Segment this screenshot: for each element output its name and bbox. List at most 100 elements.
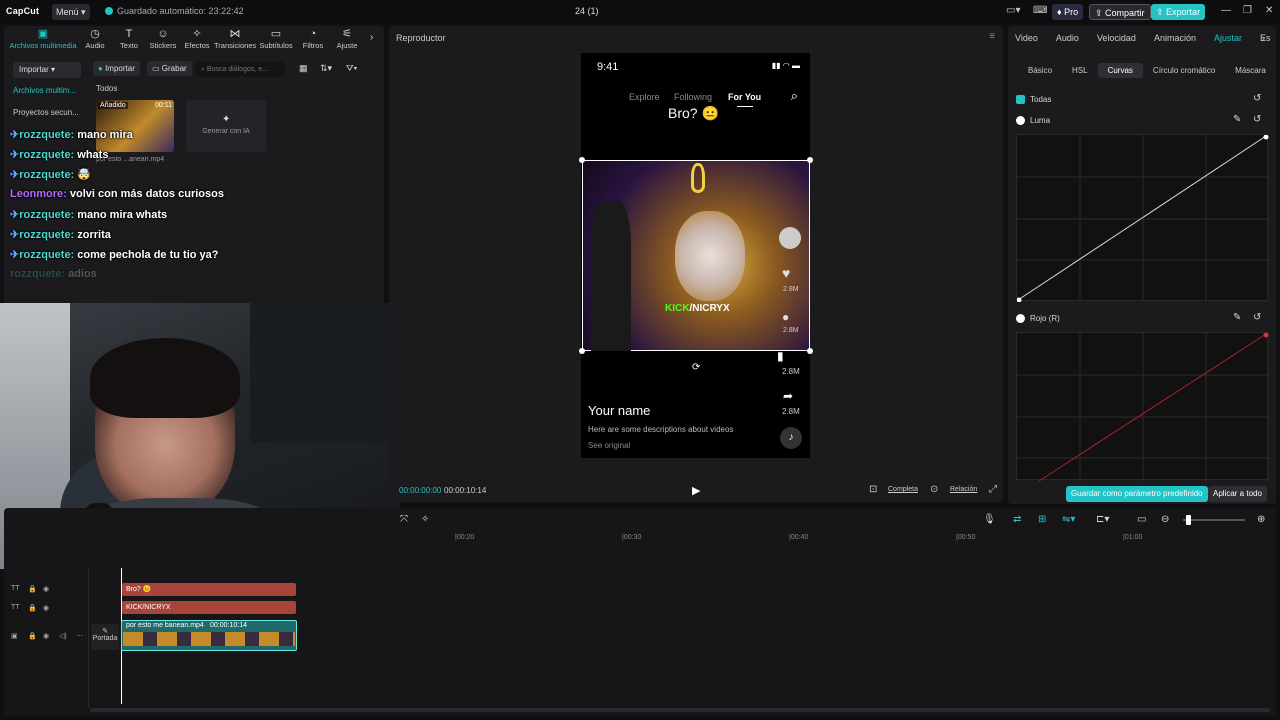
import-button[interactable]: ● Importar bbox=[93, 61, 140, 76]
zoom-slider[interactable] bbox=[1183, 519, 1245, 521]
timeline-scrollbar[interactable] bbox=[90, 708, 1270, 712]
filter-funnel-icon[interactable]: ⛛▾ bbox=[346, 63, 357, 74]
tab-video[interactable]: Video bbox=[1015, 33, 1038, 43]
record-button[interactable]: ▭ Grabar bbox=[147, 61, 192, 76]
media-thumbnail[interactable]: Añadido 00:11 bbox=[96, 100, 174, 152]
tool-label: Texto bbox=[120, 41, 138, 50]
ratio-button[interactable]: Relación bbox=[950, 486, 977, 493]
crop-icon[interactable]: ⊡ bbox=[869, 484, 877, 495]
tool-media[interactable]: ▣ Archivos multimedia bbox=[8, 28, 78, 50]
tab-speed[interactable]: Velocidad bbox=[1097, 33, 1136, 43]
chat-text: mano mira whats bbox=[77, 209, 168, 221]
tool-subtitles[interactable]: ▭ Subtítulos bbox=[256, 28, 296, 50]
resize-handle[interactable] bbox=[807, 348, 813, 354]
minimize-icon[interactable]: — bbox=[1221, 5, 1231, 16]
subtab-mask[interactable]: Máscara bbox=[1225, 63, 1276, 78]
generate-ai-button[interactable]: ✦ Generar con IA bbox=[186, 100, 266, 152]
grid-view-icon[interactable]: ▦ bbox=[299, 63, 308, 74]
full-button[interactable]: Completa bbox=[888, 486, 918, 493]
tab-adjust[interactable]: Ajustar bbox=[1214, 33, 1242, 43]
hamburger-icon[interactable]: ≡ bbox=[989, 31, 995, 42]
bookmark-icon: ▮ bbox=[777, 349, 784, 363]
share-button[interactable]: ⇪ Compartir bbox=[1089, 4, 1151, 20]
zoom-slider-handle[interactable] bbox=[1186, 515, 1191, 525]
menu-button[interactable]: Menú ▾ bbox=[52, 4, 90, 20]
subtab-basic[interactable]: Básico bbox=[1018, 63, 1062, 78]
tool-adjust[interactable]: ⚟ Ajuste bbox=[330, 28, 364, 50]
tool-filters[interactable]: ◔ Filtros bbox=[296, 28, 330, 50]
filter-all[interactable]: Todos bbox=[96, 84, 117, 93]
tool-effects[interactable]: ✧ Efectos bbox=[180, 28, 214, 50]
resize-handle[interactable] bbox=[579, 157, 585, 163]
tab-audio[interactable]: Audio bbox=[1056, 33, 1079, 43]
eye-icon[interactable]: ◉ bbox=[43, 585, 49, 593]
lock-icon[interactable]: 🔒 bbox=[28, 604, 37, 612]
nav-explore: Explore bbox=[629, 92, 660, 102]
red-curve-graph bbox=[1017, 333, 1269, 481]
zoom-in-icon[interactable]: ⊕ bbox=[1257, 514, 1265, 525]
text-clip[interactable]: Bro? 😐 bbox=[122, 583, 296, 596]
reset-icon[interactable]: ↺ bbox=[1253, 114, 1261, 125]
sidebar-item-projects[interactable]: Proyectos secun... bbox=[13, 108, 79, 117]
eye-icon[interactable]: ◉ bbox=[43, 632, 49, 640]
subtab-curves[interactable]: Curvas bbox=[1097, 63, 1143, 78]
magnet-icon[interactable]: ⊞ bbox=[1038, 514, 1046, 525]
export-button[interactable]: ⇪ Exportar bbox=[1151, 4, 1206, 20]
sort-icon[interactable]: ⇅▾ bbox=[320, 63, 332, 74]
radio-red[interactable] bbox=[1016, 314, 1025, 323]
maximize-icon[interactable]: ❐ bbox=[1243, 5, 1252, 16]
lock-icon[interactable]: 🔒 bbox=[28, 632, 37, 640]
rotate-icon[interactable]: ⟳ bbox=[692, 362, 700, 373]
zoom-out-icon[interactable]: ⊖ bbox=[1161, 514, 1169, 525]
tool-transitions[interactable]: ⋈ Transiciones bbox=[214, 28, 256, 50]
subtab-hsl[interactable]: HSL bbox=[1062, 63, 1098, 78]
ai-icon[interactable]: ✧ bbox=[421, 514, 429, 525]
apply-all-button[interactable]: Aplicar a todo bbox=[1208, 486, 1267, 502]
layout-icon[interactable]: ▭▾ bbox=[1006, 5, 1020, 16]
tool-text[interactable]: T Texto bbox=[112, 28, 146, 50]
tool-audio[interactable]: ◷ Audio bbox=[78, 28, 112, 50]
fullscreen-icon[interactable]: ⤢ bbox=[989, 484, 997, 495]
cover-button[interactable]: ✎ Portada bbox=[91, 624, 119, 650]
pencil-icon: ✎ bbox=[102, 628, 108, 635]
eye-icon[interactable]: ◉ bbox=[43, 604, 49, 612]
chevron-right-icon[interactable]: › bbox=[1262, 33, 1265, 43]
pro-button[interactable]: ♦ Pro bbox=[1052, 4, 1084, 20]
zoom-fit-icon[interactable]: ⊙ bbox=[930, 484, 938, 495]
video-frame[interactable]: KICK/NICRYX ♥ 2.8M ● 2.8M bbox=[582, 160, 810, 351]
play-icon[interactable]: ▶ bbox=[692, 484, 700, 497]
snap-icon[interactable]: ⇋▾ bbox=[1062, 514, 1075, 525]
resize-handle[interactable] bbox=[807, 157, 813, 163]
mic-icon[interactable]: 🎙 bbox=[983, 514, 996, 525]
reset-icon[interactable]: ↺ bbox=[1253, 93, 1261, 104]
save-preset-button[interactable]: Guardar como parámetro predefinido bbox=[1066, 486, 1208, 502]
close-icon[interactable]: ✕ bbox=[1265, 5, 1273, 16]
preview-axis-icon[interactable]: ⊏▾ bbox=[1096, 514, 1109, 525]
speaker-icon[interactable]: ◁) bbox=[59, 632, 67, 640]
luma-curve[interactable] bbox=[1016, 134, 1269, 302]
more-icon[interactable]: ⋯ bbox=[76, 632, 83, 640]
tool-stickers[interactable]: ☺ Stickers bbox=[146, 28, 180, 50]
shortcut-icon[interactable]: ⌨ bbox=[1033, 5, 1047, 16]
subtab-color-wheel[interactable]: Círculo cromático bbox=[1143, 63, 1225, 78]
project-title[interactable]: 24 (1) bbox=[575, 6, 599, 16]
sidebar-item-media[interactable]: Archivos multim... bbox=[13, 86, 76, 95]
import-dropdown[interactable]: Importar ▾ bbox=[13, 62, 81, 78]
split-icon[interactable]: ⤧ bbox=[400, 514, 408, 525]
chevron-right-icon[interactable]: › bbox=[370, 32, 373, 43]
reset-icon[interactable]: ↺ bbox=[1253, 312, 1261, 323]
lock-icon[interactable]: 🔒 bbox=[28, 585, 37, 593]
red-curve[interactable] bbox=[1016, 332, 1269, 481]
search-input[interactable]: ⌕ Busca diálogos, e... bbox=[195, 62, 285, 77]
caption-track-icon[interactable]: ▭ bbox=[1137, 514, 1146, 525]
time-current: 00:00:00:00 bbox=[399, 486, 442, 495]
text-clip[interactable]: KICK/NICRYX bbox=[122, 601, 296, 614]
radio-luma[interactable] bbox=[1016, 116, 1025, 125]
resize-handle[interactable] bbox=[579, 348, 585, 354]
eyedropper-icon[interactable]: ✎ bbox=[1233, 114, 1241, 125]
video-clip[interactable]: por esto me banean.mp4 00:00:10:14 bbox=[121, 620, 297, 651]
tab-animation[interactable]: Animación bbox=[1154, 33, 1196, 43]
checkbox-all[interactable] bbox=[1016, 95, 1025, 104]
link-icon[interactable]: ⇄ bbox=[1013, 514, 1021, 525]
eyedropper-icon[interactable]: ✎ bbox=[1233, 312, 1241, 323]
